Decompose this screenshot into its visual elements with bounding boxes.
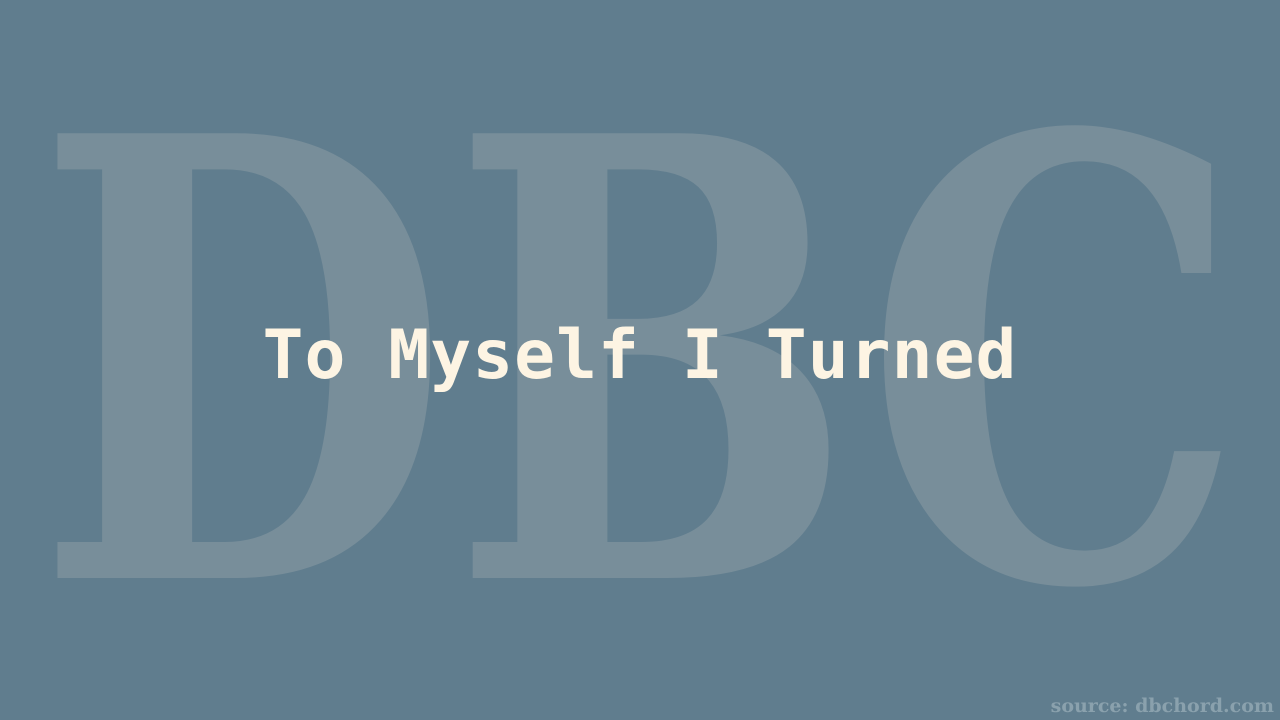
source-credit: source: dbchord.com [1050,695,1274,717]
song-title: To Myself I Turned [262,316,1018,395]
